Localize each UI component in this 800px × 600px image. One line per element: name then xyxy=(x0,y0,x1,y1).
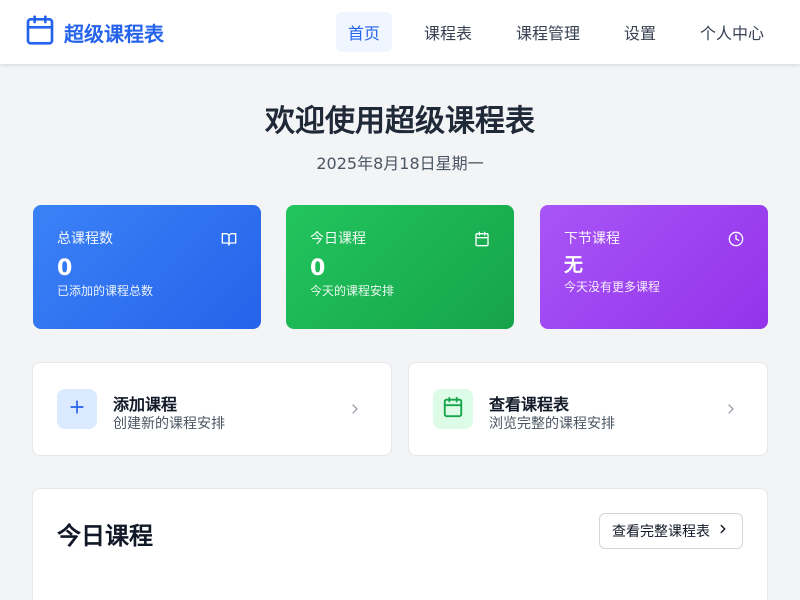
nav-item-timetable[interactable]: 课程表 xyxy=(412,12,484,52)
chevron-right-icon xyxy=(710,522,730,540)
stat-description: 今天的课程安排 xyxy=(310,284,395,298)
add-course-icon-box xyxy=(57,389,97,429)
calendar-icon xyxy=(442,396,464,422)
nav-item-home[interactable]: 首页 xyxy=(335,12,392,52)
stat-value: 0 xyxy=(57,256,73,281)
section-title: 今日课程 xyxy=(57,522,153,550)
nav-item-settings[interactable]: 设置 xyxy=(612,12,668,52)
nav-item-course-management[interactable]: 课程管理 xyxy=(504,12,592,52)
action-title: 添加课程 xyxy=(113,395,178,414)
clock-icon xyxy=(728,231,744,247)
today-courses-panel: 今日课程 查看完整课程表 xyxy=(32,488,768,600)
stat-card-total-courses: 总课程数 0 已添加的课程总数 xyxy=(33,205,261,329)
nav-item-profile[interactable]: 个人中心 xyxy=(688,12,776,52)
stat-value: 0 xyxy=(310,256,326,281)
view-timetable-icon-box xyxy=(433,389,473,429)
main-nav: 首页 课程表 课程管理 设置 个人中心 xyxy=(316,12,776,52)
brand-logo[interactable]: 超级课程表 xyxy=(24,14,164,50)
top-navbar: 超级课程表 首页 课程表 课程管理 设置 个人中心 xyxy=(0,0,800,64)
page-title: 欢迎使用超级课程表 xyxy=(265,104,535,139)
action-title: 查看课程表 xyxy=(489,395,570,414)
stat-label: 下节课程 xyxy=(564,231,620,247)
stat-card-next-course: 下节课程 无 今天没有更多课程 xyxy=(540,205,768,329)
action-description: 浏览完整的课程安排 xyxy=(489,416,615,432)
stat-label: 今日课程 xyxy=(310,231,366,247)
current-date: 2025年8月18日星期一 xyxy=(316,154,484,173)
brand-name: 超级课程表 xyxy=(64,21,164,46)
chevron-right-icon xyxy=(723,401,739,417)
stat-label: 总课程数 xyxy=(57,231,113,247)
view-full-timetable-button[interactable]: 查看完整课程表 xyxy=(599,513,743,549)
chevron-right-icon xyxy=(347,401,363,417)
calendar-icon xyxy=(474,231,490,247)
stat-value: 无 xyxy=(564,254,584,276)
plus-icon xyxy=(67,397,87,421)
stat-description: 已添加的课程总数 xyxy=(57,284,154,298)
book-open-icon xyxy=(221,231,237,247)
view-timetable-card[interactable]: 查看课程表 浏览完整的课程安排 xyxy=(408,362,768,456)
calendar-icon xyxy=(24,14,56,50)
stat-description: 今天没有更多课程 xyxy=(564,280,661,294)
action-description: 创建新的课程安排 xyxy=(113,416,225,432)
button-label: 查看完整课程表 xyxy=(612,524,710,540)
stat-card-today-courses: 今日课程 0 今天的课程安排 xyxy=(286,205,514,329)
add-course-card[interactable]: 添加课程 创建新的课程安排 xyxy=(32,362,392,456)
